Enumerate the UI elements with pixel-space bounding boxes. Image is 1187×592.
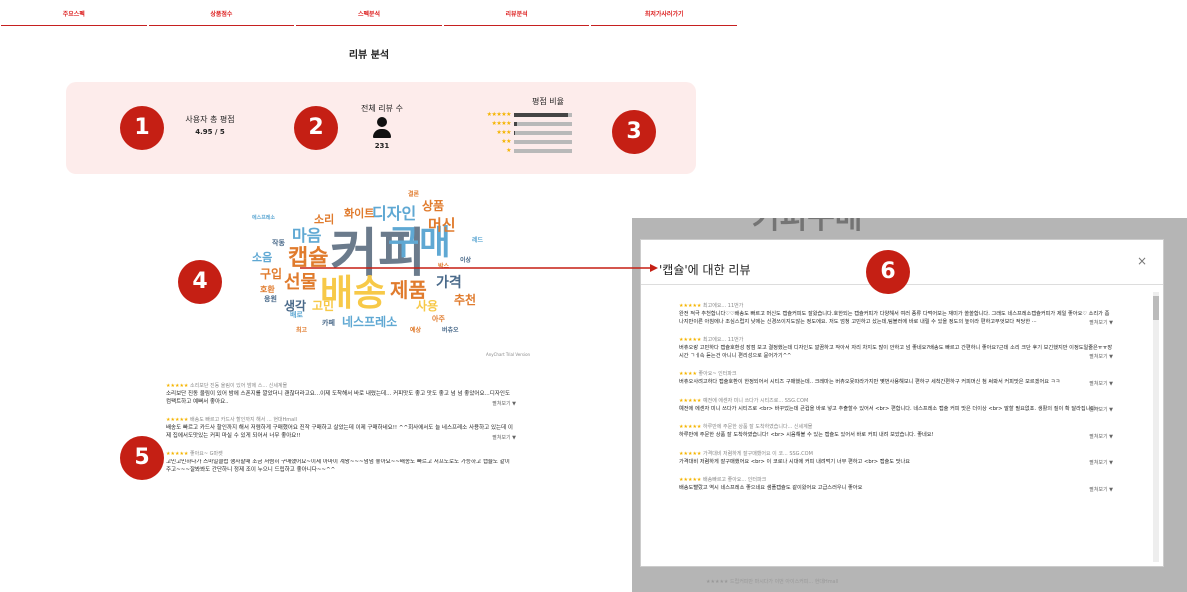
callout-arrow <box>300 264 658 272</box>
